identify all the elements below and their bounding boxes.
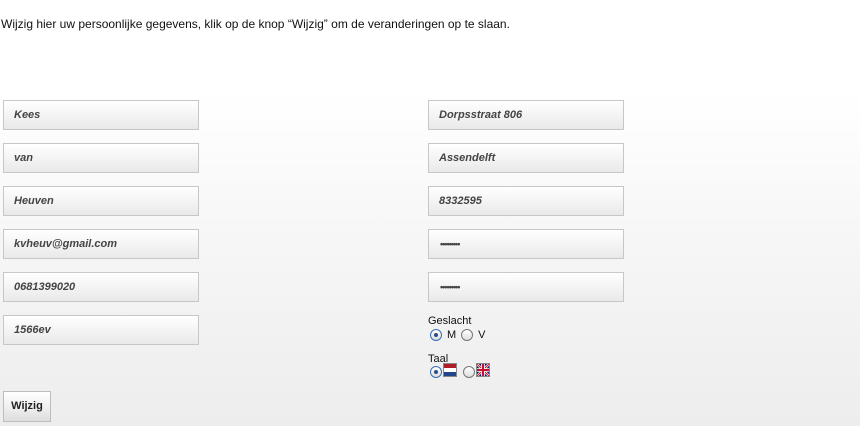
- last-name-input[interactable]: [4, 187, 198, 215]
- uk-flag-icon[interactable]: [476, 363, 490, 377]
- password-confirm-mask: •••••••••: [440, 282, 460, 292]
- phone-field[interactable]: [3, 272, 199, 302]
- uk-flag-graphic: [477, 364, 489, 376]
- gender-m-label: M: [447, 329, 457, 341]
- password-field[interactable]: •••••••••: [428, 229, 624, 259]
- phone-input[interactable]: [4, 273, 198, 301]
- name-prefix-input[interactable]: [4, 144, 198, 172]
- postcode-field[interactable]: [3, 315, 199, 345]
- wijzig-button[interactable]: Wijzig: [3, 391, 51, 422]
- street-input[interactable]: [429, 101, 623, 129]
- gender-options: M V: [430, 329, 486, 341]
- email-input[interactable]: [4, 230, 198, 258]
- gender-m-radio[interactable]: [430, 329, 442, 341]
- first-name-field[interactable]: [3, 100, 199, 130]
- number-input[interactable]: [429, 187, 623, 215]
- gender-v-radio[interactable]: [461, 329, 474, 341]
- language-dutch-radio[interactable]: [430, 366, 442, 378]
- city-field[interactable]: [428, 143, 624, 173]
- number-field[interactable]: [428, 186, 624, 216]
- language-english-radio[interactable]: [463, 366, 475, 378]
- intro-text: Wijzig hier uw persoonlijke gegevens, kl…: [1, 17, 510, 31]
- gender-v-label: V: [478, 329, 486, 341]
- gender-label: Geslacht: [428, 315, 472, 327]
- email-field[interactable]: [3, 229, 199, 259]
- dutch-flag-icon[interactable]: [443, 363, 457, 377]
- name-prefix-field[interactable]: [3, 143, 199, 173]
- first-name-input[interactable]: [4, 101, 198, 129]
- postcode-input[interactable]: [4, 316, 198, 344]
- city-input[interactable]: [429, 144, 623, 172]
- password-mask: •••••••••: [440, 239, 460, 249]
- password-confirm-field[interactable]: •••••••••: [428, 272, 624, 302]
- last-name-field[interactable]: [3, 186, 199, 216]
- street-field[interactable]: [428, 100, 624, 130]
- language-options: [430, 363, 490, 378]
